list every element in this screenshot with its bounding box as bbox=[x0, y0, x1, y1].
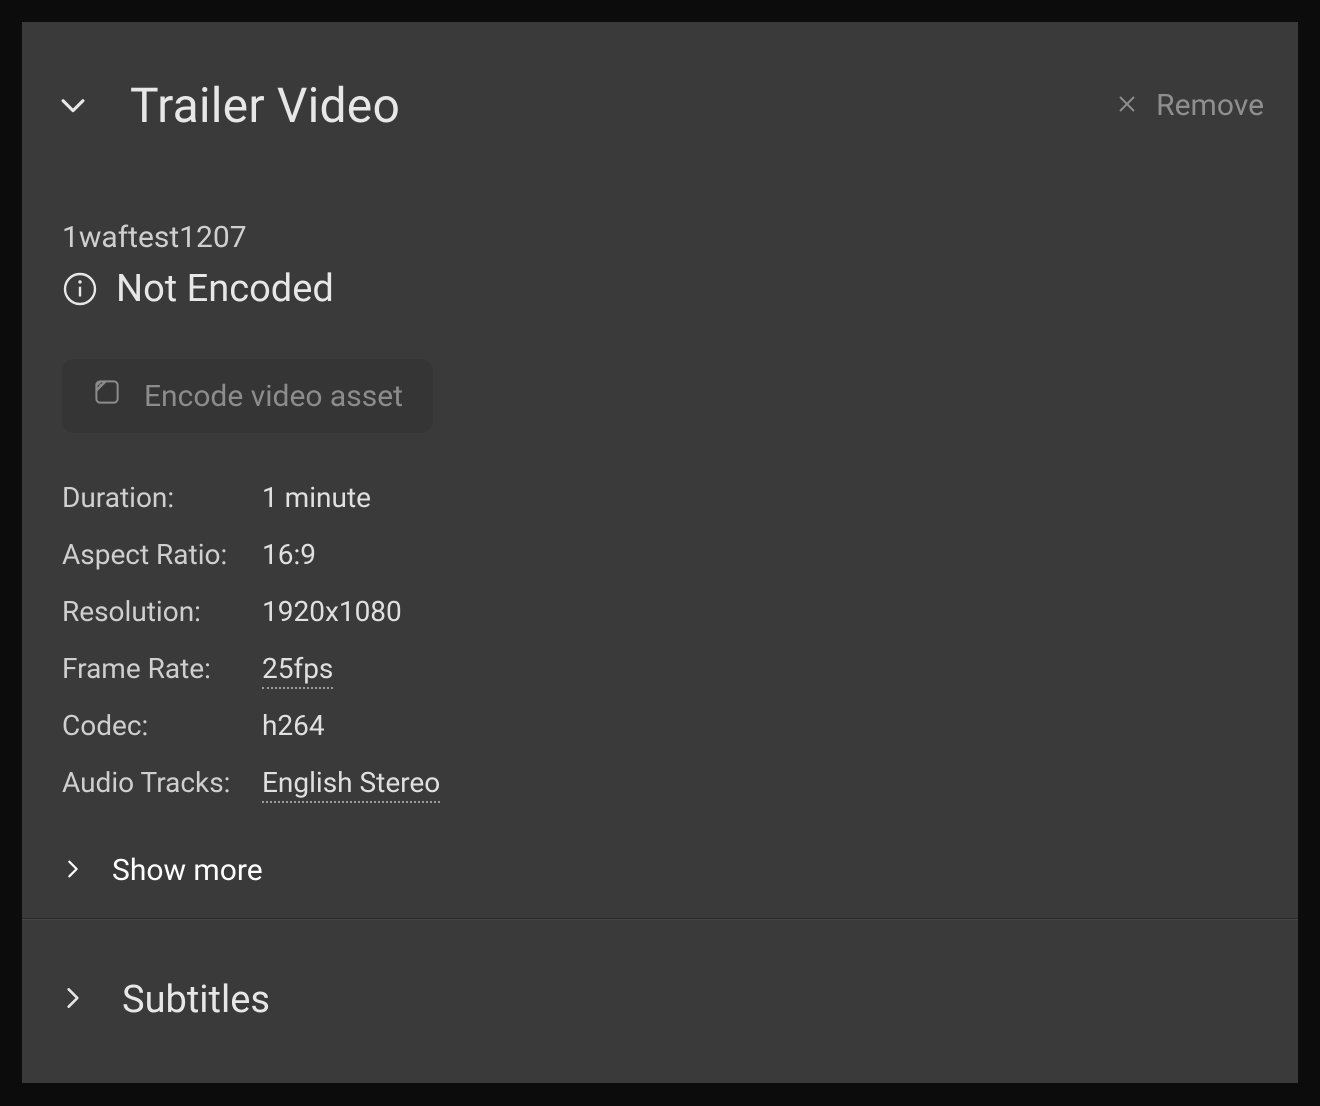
audio-tracks-label: Audio Tracks: bbox=[62, 766, 262, 799]
codec-label: Codec: bbox=[62, 709, 262, 742]
resolution-value: 1920x1080 bbox=[262, 595, 1258, 628]
duration-value: 1 minute bbox=[262, 481, 1258, 514]
section-title: Trailer Video bbox=[130, 77, 400, 134]
duration-label: Duration: bbox=[62, 481, 262, 514]
encoding-status: Not Encoded bbox=[62, 267, 1258, 311]
remove-button[interactable]: Remove bbox=[1116, 88, 1264, 123]
close-icon bbox=[1116, 88, 1138, 123]
audio-tracks-value[interactable]: English Stereo bbox=[262, 766, 1258, 799]
trailer-video-section-header: Trailer Video Remove bbox=[22, 22, 1298, 160]
chevron-down-icon[interactable] bbox=[56, 88, 90, 122]
show-more-label: Show more bbox=[112, 853, 263, 888]
subtitles-section-header[interactable]: Subtitles bbox=[22, 920, 1298, 1080]
properties-grid: Duration: 1 minute Aspect Ratio: 16:9 Re… bbox=[62, 481, 1258, 799]
encode-video-button[interactable]: Encode video asset bbox=[62, 359, 433, 433]
resolution-label: Resolution: bbox=[62, 595, 262, 628]
subtitles-title: Subtitles bbox=[122, 978, 270, 1022]
section-body: 1waftest1207 Not Encoded Encode video as… bbox=[22, 160, 1298, 888]
codec-value: h264 bbox=[262, 709, 1258, 742]
audio-tracks-value-text: English Stereo bbox=[262, 766, 440, 803]
framerate-value-text: 25fps bbox=[262, 652, 333, 689]
chevron-right-icon bbox=[62, 853, 84, 888]
framerate-value[interactable]: 25fps bbox=[262, 652, 1258, 685]
video-panel: Trailer Video Remove 1waftest1207 Not En… bbox=[22, 22, 1298, 1083]
remove-label: Remove bbox=[1156, 88, 1264, 123]
show-more-button[interactable]: Show more bbox=[62, 853, 1258, 888]
encode-button-label: Encode video asset bbox=[144, 379, 403, 414]
section-divider bbox=[22, 918, 1298, 919]
encode-icon bbox=[92, 377, 122, 415]
status-text: Not Encoded bbox=[116, 267, 334, 311]
header-left: Trailer Video bbox=[56, 77, 400, 134]
framerate-label: Frame Rate: bbox=[62, 652, 262, 685]
chevron-right-icon bbox=[60, 985, 86, 1015]
aspect-ratio-label: Aspect Ratio: bbox=[62, 538, 262, 571]
asset-filename: 1waftest1207 bbox=[62, 220, 1258, 255]
info-icon bbox=[62, 271, 98, 307]
aspect-ratio-value: 16:9 bbox=[262, 538, 1258, 571]
